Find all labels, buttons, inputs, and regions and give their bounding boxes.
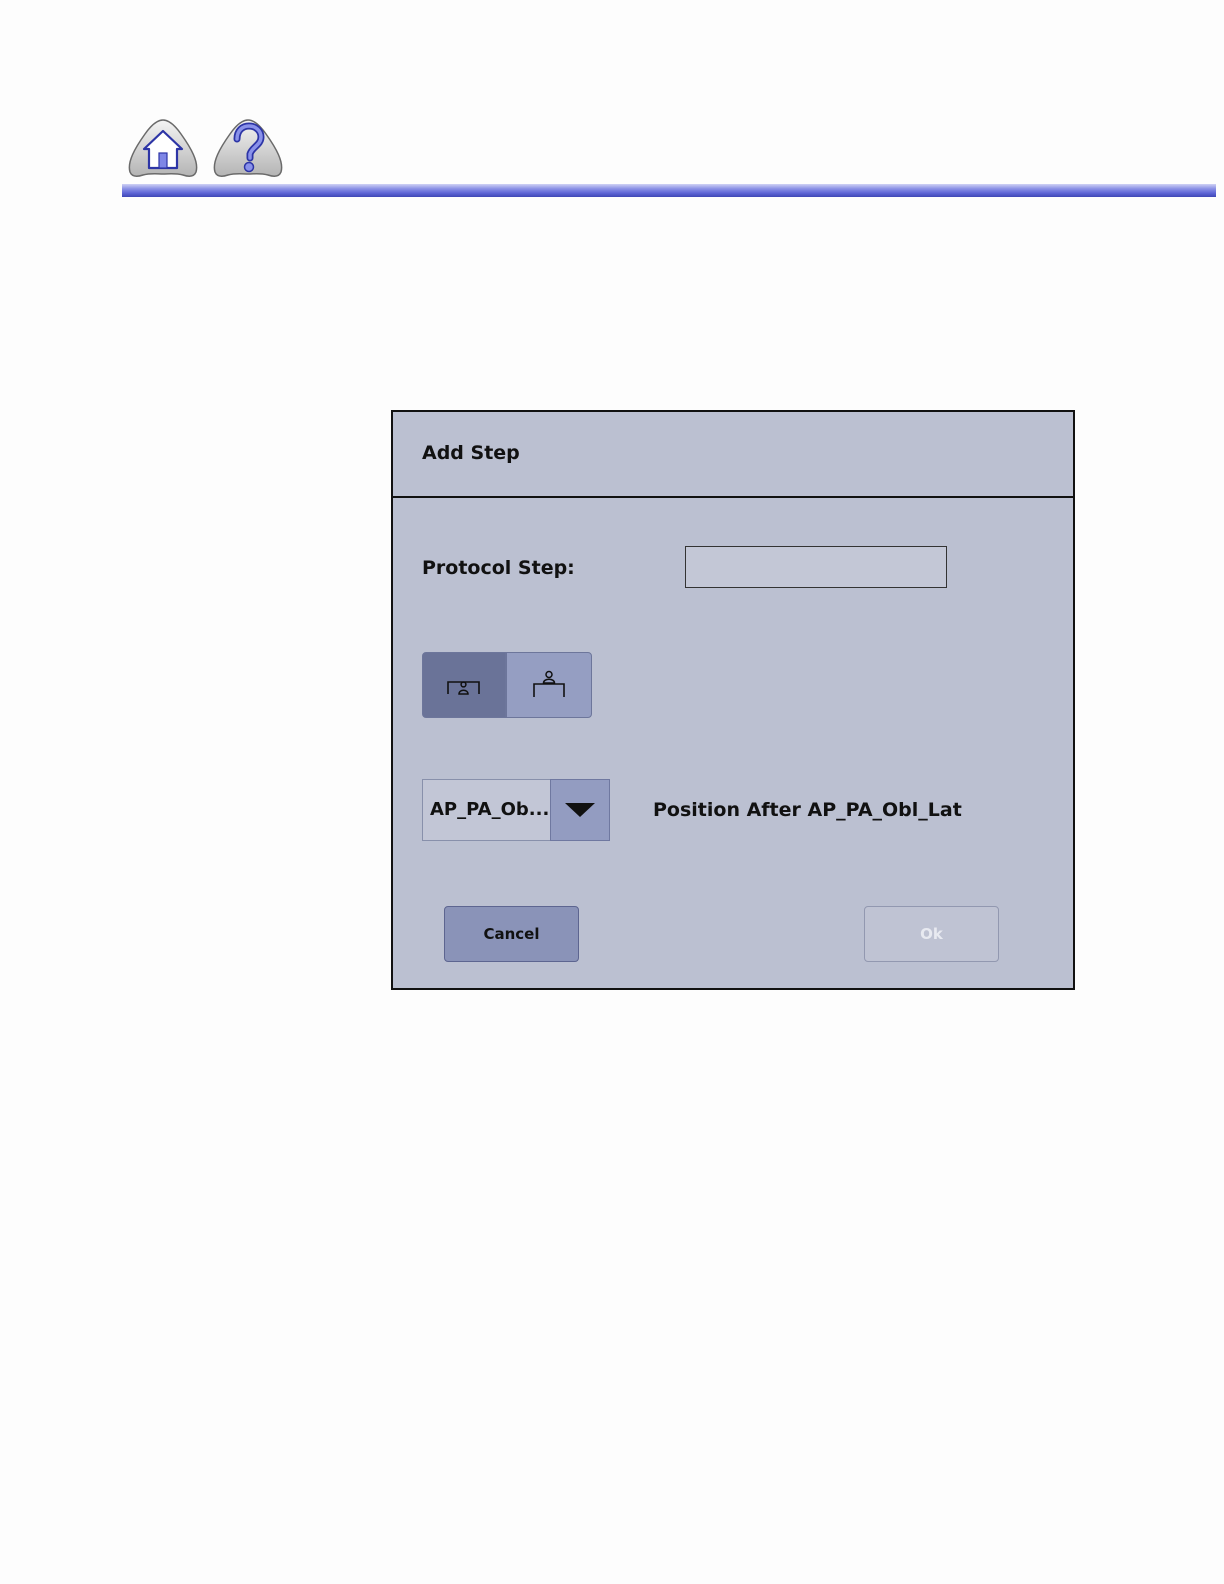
- cancel-button[interactable]: Cancel: [444, 906, 579, 962]
- home-button[interactable]: [125, 118, 201, 180]
- position-dropdown-value: AP_PA_Ob...: [430, 799, 550, 820]
- home-icon: [128, 119, 198, 177]
- position-dropdown[interactable]: AP_PA_Ob...: [422, 779, 610, 841]
- patient-on-table-icon: [533, 670, 565, 697]
- help-button[interactable]: [210, 118, 286, 180]
- position-after-text: Position After AP_PA_Obl_Lat: [653, 799, 962, 821]
- dropdown-toggle-button[interactable]: [550, 779, 610, 841]
- ok-button[interactable]: Ok: [864, 906, 999, 962]
- patient-under-table-icon: [447, 681, 480, 695]
- patient-under-table-button[interactable]: [422, 652, 506, 718]
- add-step-dialog: Add Step Protocol Step: AP_PA_Ob... Posi…: [391, 410, 1075, 990]
- protocol-step-input[interactable]: [685, 546, 947, 588]
- dialog-title: Add Step: [422, 442, 520, 464]
- patient-on-table-button[interactable]: [506, 652, 592, 718]
- dialog-header: Add Step: [393, 412, 1073, 498]
- help-icon: [213, 119, 283, 177]
- chevron-down-icon: [565, 803, 595, 817]
- header-divider: [122, 184, 1216, 197]
- protocol-step-label: Protocol Step:: [422, 557, 575, 579]
